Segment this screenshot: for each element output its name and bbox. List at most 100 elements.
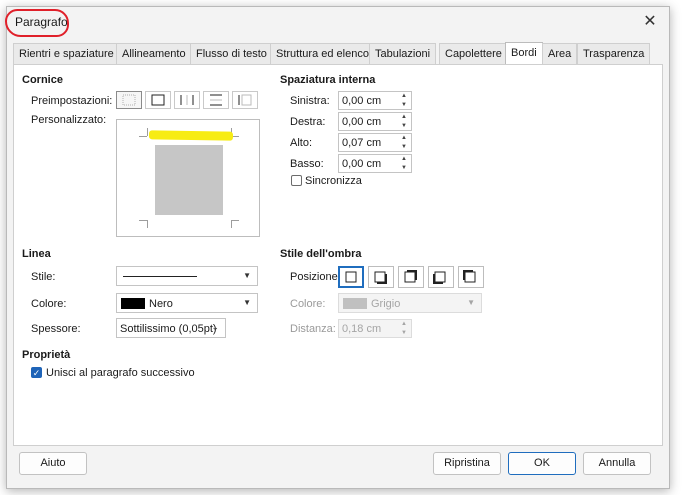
linea-title: Linea — [22, 248, 51, 260]
tab-struttura[interactable]: Struttura ed elenco — [270, 43, 375, 65]
spin-down-icon[interactable]: ▼ — [398, 122, 410, 130]
preset-left-right-button[interactable] — [174, 91, 200, 109]
spin-down-icon[interactable]: ▼ — [398, 101, 410, 109]
sincronizza-label: Sincronizza — [305, 175, 362, 187]
tab-capolettere[interactable]: Capolettere — [439, 43, 508, 65]
tab-bordi[interactable]: Bordi — [505, 42, 543, 66]
shadow-bottom-right-button[interactable] — [368, 266, 394, 288]
unisci-checkbox[interactable]: ✓ — [31, 367, 42, 378]
spin-up-icon[interactable]: ▲ — [398, 92, 410, 100]
basso-spin[interactable]: 0,00 cm ▲ ▼ — [338, 154, 412, 173]
ombra-colore-label: Colore: — [290, 298, 326, 310]
close-icon[interactable]: ✕ — [639, 11, 661, 33]
corner-mark — [147, 220, 148, 228]
corner-mark — [139, 220, 147, 221]
border-preview[interactable] — [116, 119, 260, 237]
tab-area[interactable]: Area — [542, 43, 578, 65]
shadow-top-left-button[interactable] — [458, 266, 484, 288]
proprieta-title: Proprietà — [22, 349, 71, 361]
bordi-panel: Cornice Preimpostazioni: Personalizzato: — [13, 64, 663, 446]
sinistra-spin[interactable]: 0,00 cm ▲ ▼ — [338, 91, 412, 110]
chevron-down-icon: ▼ — [467, 298, 475, 307]
sinistra-label: Sinistra: — [290, 95, 330, 107]
shadow-bottom-right-icon — [374, 271, 387, 284]
ombra-title: Stile dell'ombra — [280, 248, 362, 260]
shadow-top-right-icon — [404, 270, 417, 283]
destra-label: Destra: — [290, 116, 326, 128]
tab-tabulazioni[interactable]: Tabulazioni — [369, 43, 437, 65]
shadow-top-left-icon — [463, 270, 476, 283]
alto-spin[interactable]: 0,07 cm ▲ ▼ — [338, 133, 412, 152]
spin-up-icon[interactable]: ▲ — [398, 113, 410, 121]
distanza-spin[interactable]: 0,18 cm ▲ ▼ — [338, 319, 412, 338]
ripristina-button[interactable]: Ripristina — [433, 452, 501, 475]
spin-down-icon[interactable]: ▼ — [398, 164, 410, 172]
spin-down-icon[interactable]: ▼ — [398, 143, 410, 151]
basso-label: Basso: — [290, 158, 324, 170]
corner-mark — [231, 220, 239, 221]
annulla-button[interactable]: Annulla — [583, 452, 651, 475]
color-swatch — [121, 298, 145, 309]
tab-rientri[interactable]: Rientri e spaziature — [13, 43, 120, 65]
chevron-down-icon: ▼ — [243, 298, 251, 307]
spin-up-icon[interactable]: ▲ — [398, 320, 410, 328]
aiuto-button[interactable]: Aiuto — [19, 452, 87, 475]
spaziatura-title: Spaziatura interna — [280, 74, 376, 86]
preset-top-bottom-button[interactable] — [203, 91, 229, 109]
tab-flusso[interactable]: Flusso di testo — [190, 43, 273, 65]
shadow-top-right-button[interactable] — [398, 266, 424, 288]
line-style-sample — [123, 276, 197, 277]
stile-label: Stile: — [31, 271, 56, 283]
spin-down-icon[interactable]: ▼ — [398, 329, 410, 337]
alto-value: 0,07 cm — [342, 137, 382, 149]
distanza-value: 0,18 cm — [342, 323, 382, 335]
sincronizza-checkbox[interactable] — [291, 175, 302, 186]
unisci-label: Unisci al paragrafo successivo — [46, 367, 195, 379]
sinistra-value: 0,00 cm — [342, 95, 382, 107]
preview-paragraph-area — [155, 145, 223, 215]
tab-allineamento[interactable]: Allineamento — [116, 43, 192, 65]
preset-box-icon — [151, 94, 165, 106]
title-bar: Paragrafo ✕ — [5, 7, 669, 37]
destra-spin[interactable]: 0,00 cm ▲ ▼ — [338, 112, 412, 131]
spin-up-icon[interactable]: ▲ — [398, 134, 410, 142]
chevron-down-icon: ▼ — [243, 271, 251, 280]
distanza-label: Distanza: — [290, 323, 336, 335]
color-swatch — [343, 298, 367, 309]
thickness-dropdown[interactable]: Sottilissimo (0,05pt) ⌄ — [116, 318, 226, 338]
corner-mark — [147, 128, 148, 136]
spessore-label: Spessore: — [31, 323, 81, 335]
line-style-dropdown[interactable]: ▼ — [116, 266, 258, 286]
line-color-value: Nero — [149, 298, 173, 310]
alto-label: Alto: — [290, 137, 313, 149]
spin-up-icon[interactable]: ▲ — [398, 155, 410, 163]
shadow-none-icon — [345, 271, 357, 283]
personalizzato-label: Personalizzato: — [31, 114, 107, 126]
shadow-none-button[interactable] — [338, 266, 364, 288]
corner-mark — [139, 136, 147, 137]
cornice-title: Cornice — [22, 74, 63, 86]
ok-button[interactable]: OK — [508, 452, 576, 475]
shadow-bottom-left-icon — [433, 271, 446, 284]
destra-value: 0,00 cm — [342, 116, 382, 128]
shadow-color-value: Grigio — [371, 298, 401, 310]
posizione-label: Posizione: — [290, 271, 341, 283]
preset-left-icon — [238, 94, 252, 106]
basso-value: 0,00 cm — [342, 158, 382, 170]
line-color-dropdown[interactable]: Nero ▼ — [116, 293, 258, 313]
preimpostazioni-label: Preimpostazioni: — [31, 95, 113, 107]
colore-label: Colore: — [31, 298, 67, 310]
preset-top-bottom-icon — [210, 94, 222, 106]
preset-box-button[interactable] — [145, 91, 171, 109]
shadow-bottom-left-button[interactable] — [428, 266, 454, 288]
preset-none-icon — [122, 94, 136, 106]
tab-trasparenza[interactable]: Trasparenza — [577, 43, 651, 65]
thickness-value: Sottilissimo (0,05pt) — [120, 323, 217, 335]
corner-mark — [231, 220, 232, 228]
red-annotation-circle — [5, 9, 69, 37]
preset-left-button[interactable] — [232, 91, 258, 109]
preset-none-button[interactable] — [116, 91, 142, 109]
yellow-highlight-annotation — [148, 130, 234, 141]
shadow-color-dropdown[interactable]: Grigio ▼ — [338, 293, 482, 313]
paragraph-dialog: Paragrafo ✕ Rientri e spaziature Allinea… — [5, 6, 670, 489]
